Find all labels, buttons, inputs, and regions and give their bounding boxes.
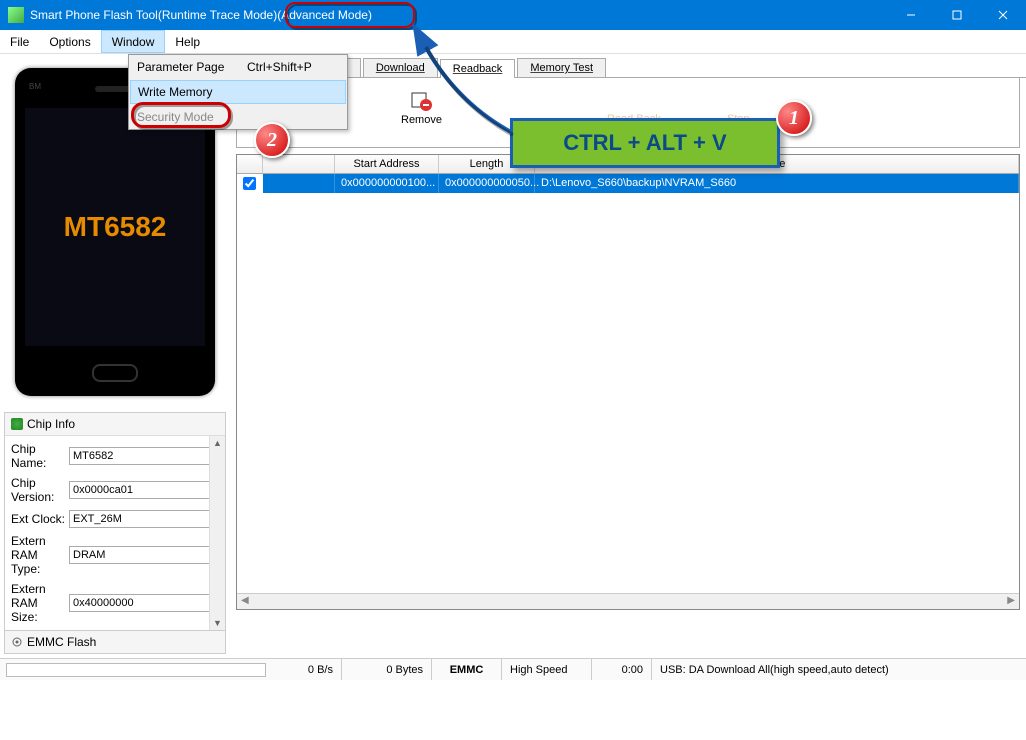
status-rate: 0 B/s [272,659,342,680]
gear-icon [11,636,23,648]
statusbar: 0 B/s 0 Bytes EMMC High Speed 0:00 USB: … [0,658,1026,680]
window-title: Smart Phone Flash Tool(Runtime Trace Mod… [30,8,372,22]
menu-options[interactable]: Options [39,30,100,53]
tab-memory-test[interactable]: Memory Test [517,58,606,77]
table-row[interactable]: 0x000000000100... 0x000000000050... D:\L… [237,174,1019,193]
app-icon [8,7,24,23]
chip-info-title: Chip Info [27,417,75,431]
left-panel: BM MT6582 Chip Info Chip Name: Chip Vers… [0,54,230,658]
tab-download[interactable]: Download [363,58,438,77]
row-index [263,174,335,193]
row-address: 0x000000000100... [335,174,439,193]
progress-bar [6,663,266,677]
status-usb: USB: DA Download All(high speed,auto det… [652,659,1026,680]
readback-table: Start Address Length File 0x000000000100… [236,154,1020,610]
ram-type-row: Extern RAM Type: [11,534,219,576]
ext-clock-label: Ext Clock: [11,512,65,526]
ext-clock-field[interactable] [69,510,219,528]
window-controls [888,0,1026,30]
ext-clock-row: Ext Clock: [11,510,219,528]
ram-size-field[interactable] [69,594,219,612]
chip-version-field[interactable] [69,481,219,499]
th-start-address: Start Address [335,155,439,173]
remove-button[interactable]: Remove [401,88,442,137]
table-h-scrollbar[interactable] [237,593,1019,609]
row-checkbox-input[interactable] [243,177,256,190]
phone-chip-label: MT6582 [64,211,167,243]
phone-screen: MT6582 [25,108,205,346]
minimize-button[interactable] [888,0,934,30]
tab-readback[interactable]: Readback [440,59,516,78]
th-checkbox [237,155,263,173]
menu-help[interactable]: Help [165,30,210,53]
emmc-panel: EMMC Flash [4,630,226,654]
ram-size-row: Extern RAM Size: [11,582,219,624]
titlebar: Smart Phone Flash Tool(Runtime Trace Mod… [0,0,1026,30]
annotation-shortcut-text: CTRL + ALT + V [563,130,726,156]
annotation-shortcut-box: CTRL + ALT + V [510,118,780,168]
emmc-header: EMMC Flash [5,631,225,653]
menu-item-label: Security Mode [137,110,214,124]
menu-item-label: Parameter Page [137,60,247,74]
status-time: 0:00 [592,659,652,680]
chip-info-scrollbar[interactable] [209,436,225,630]
chip-version-row: Chip Version: [11,476,219,504]
window-menu-dropdown: Parameter Page Ctrl+Shift+P Write Memory… [128,54,348,130]
chip-name-row: Chip Name: [11,442,219,470]
status-speed: High Speed [502,659,592,680]
phone-brand: BM [29,82,41,91]
chip-name-field[interactable] [69,447,219,465]
remove-icon [409,88,433,112]
chip-icon [11,418,23,430]
row-length: 0x000000000050... [439,174,535,193]
annotation-step-1-badge: 1 [776,100,812,136]
tabstrip: Format Download Readback Memory Test [230,54,1026,78]
menu-item-security-mode[interactable]: Security Mode [129,105,347,129]
chip-info-header: Chip Info [5,413,225,436]
ram-type-label: Extern RAM Type: [11,534,65,576]
row-checkbox[interactable] [237,174,263,193]
status-bytes: 0 Bytes [342,659,432,680]
chip-info-panel: Chip Info Chip Name: Chip Version: Ext C… [4,412,226,631]
annotation-step-2-badge: 2 [254,122,290,158]
phone-home-button-icon [92,364,138,382]
menu-file[interactable]: File [0,30,39,53]
status-storage: EMMC [432,659,502,680]
menu-window[interactable]: Window [101,30,166,53]
chip-info-body: Chip Name: Chip Version: Ext Clock: Exte… [5,436,225,630]
chip-version-label: Chip Version: [11,476,65,504]
menu-item-label: Write Memory [138,85,212,99]
row-file: D:\Lenovo_S660\backup\NVRAM_S660 [535,174,1019,193]
menu-item-write-memory[interactable]: Write Memory [130,80,346,104]
chip-name-label: Chip Name: [11,442,65,470]
table-empty-area [237,193,1019,593]
maximize-button[interactable] [934,0,980,30]
menu-item-parameter-page[interactable]: Parameter Page Ctrl+Shift+P [129,55,347,79]
emmc-title-text: EMMC Flash [27,635,96,649]
ram-type-field[interactable] [69,546,219,564]
ram-size-label: Extern RAM Size: [11,582,65,624]
menubar: File Options Window Help [0,30,1026,54]
close-button[interactable] [980,0,1026,30]
menu-item-shortcut: Ctrl+Shift+P [247,60,327,74]
remove-label: Remove [401,114,442,126]
